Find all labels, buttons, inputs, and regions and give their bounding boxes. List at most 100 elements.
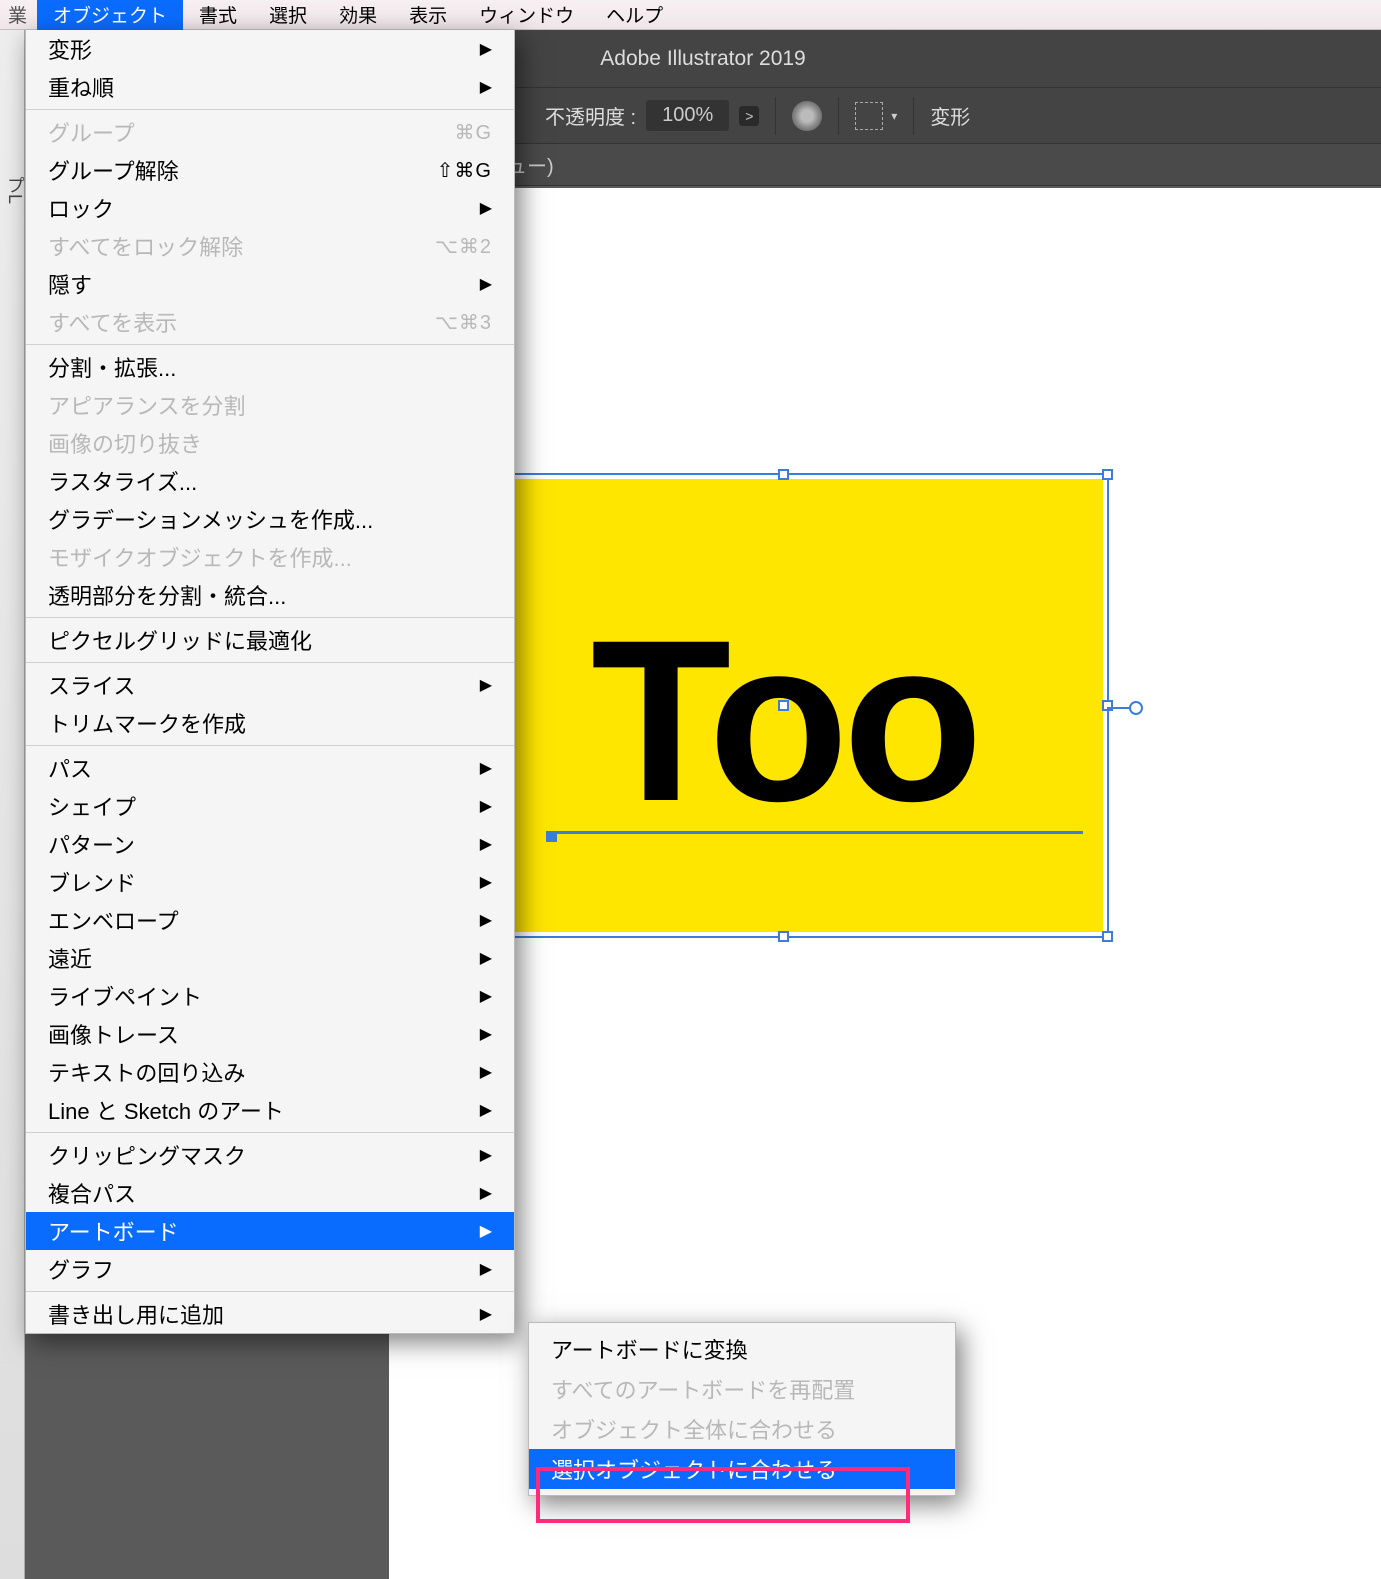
menu-item[interactable]: 重ね順 ▶ <box>26 68 514 106</box>
menu-item-label: ロック <box>48 192 114 224</box>
menu-item: すべてを表示⌥⌘3 <box>26 303 514 341</box>
menu-item-label: Line と Sketch のアート <box>48 1094 284 1126</box>
menu-separator <box>26 344 514 345</box>
menu-item[interactable]: シェイプ▶ <box>26 787 514 825</box>
menu-item-label: 重ね順 <box>48 71 114 103</box>
menu-item[interactable]: 分割・拡張... <box>26 348 514 386</box>
menu-item[interactable]: テキストの回り込み ▶ <box>26 1053 514 1091</box>
menu-item[interactable]: 書き出し用に追加▶ <box>26 1295 514 1333</box>
menu-item-label: 複合パス <box>48 1177 136 1209</box>
submenu-arrow-icon: ▶ <box>480 872 492 892</box>
menu-item-label: 遠近 <box>48 942 92 974</box>
menu-item[interactable]: 変形▶ <box>26 30 514 68</box>
menu-item[interactable]: ブレンド ▶ <box>26 863 514 901</box>
menubar-item-type[interactable]: 書式 <box>183 0 253 30</box>
menu-separator <box>26 1132 514 1133</box>
menu-item[interactable]: ロック▶ <box>26 189 514 227</box>
menu-item[interactable]: エンベロープ ▶ <box>26 901 514 939</box>
menu-separator <box>26 109 514 110</box>
menu-item-label: グループ <box>48 116 135 148</box>
recolor-artwork-icon[interactable] <box>792 101 822 131</box>
menu-item-label: ブレンド <box>48 866 136 898</box>
menu-item[interactable]: 遠近 ▶ <box>26 939 514 977</box>
submenu-arrow-icon: ▶ <box>480 1100 492 1120</box>
submenu-arrow-icon: ▶ <box>480 675 492 695</box>
submenu-item[interactable]: 選択オブジェクトに合わせる <box>529 1449 955 1489</box>
menu-item[interactable]: アートボード ▶ <box>26 1212 514 1250</box>
artboard-submenu: アートボードに変換すべてのアートボードを再配置オブジェクト全体に合わせる選択オブ… <box>528 1322 956 1496</box>
toolbar-separator <box>913 97 914 135</box>
menubar-item-object[interactable]: オブジェクト <box>37 0 183 30</box>
menu-item[interactable]: 透明部分を分割・統合... <box>26 576 514 614</box>
menu-item-label: アートボード <box>48 1215 179 1247</box>
opacity-dropdown-arrow[interactable]: > <box>739 106 759 126</box>
menu-item[interactable]: ピクセルグリッドに最適化 <box>26 621 514 659</box>
menu-item-label: 隠す <box>48 268 92 300</box>
menu-item[interactable]: ラスタライズ... <box>26 462 514 500</box>
object-menu-dropdown: 変形▶重ね順▶グループ⌘Gグループ解除⇧⌘Gロック▶すべてをロック解除⌥⌘2隠す… <box>25 30 515 1334</box>
system-menubar: 業 オブジェクト 書式 選択 効果 表示 ウィンドウ ヘルプ <box>0 0 1381 30</box>
menu-item[interactable]: 画像トレース▶ <box>26 1015 514 1053</box>
selection-handle[interactable] <box>1102 931 1113 942</box>
menu-item-label: エンベロープ <box>48 904 179 936</box>
menubar-item-effect[interactable]: 効果 <box>323 0 393 30</box>
submenu-arrow-icon: ▶ <box>480 1062 492 1082</box>
menubar-item-view[interactable]: 表示 <box>393 0 463 30</box>
submenu-item: オブジェクト全体に合わせる <box>529 1409 955 1449</box>
menu-item[interactable]: スライス ▶ <box>26 666 514 704</box>
menu-item[interactable]: グラデーションメッシュを作成... <box>26 500 514 538</box>
submenu-arrow-icon: ▶ <box>480 910 492 930</box>
menu-separator <box>26 662 514 663</box>
opacity-field[interactable]: 100% <box>646 100 729 131</box>
rotation-handle[interactable] <box>1129 701 1143 715</box>
menu-item-label: ピクセルグリッドに最適化 <box>48 624 312 656</box>
submenu-arrow-icon: ▶ <box>480 1183 492 1203</box>
dropdown-caret-icon[interactable]: ▾ <box>891 109 897 123</box>
menu-item[interactable]: グループ解除⇧⌘G <box>26 151 514 189</box>
app-title: Adobe Illustrator 2019 <box>600 47 805 71</box>
menu-item: アピアランスを分割 <box>26 386 514 424</box>
menu-item[interactable]: クリッピングマスク▶ <box>26 1136 514 1174</box>
selection-handle[interactable] <box>1102 469 1113 480</box>
text-baseline-indicator <box>555 831 1083 834</box>
menu-item-label: トリムマークを作成 <box>48 707 246 739</box>
menu-item-label: パス <box>48 752 92 784</box>
transform-label[interactable]: 変形 <box>930 101 970 130</box>
toolbar-separator <box>838 97 839 135</box>
submenu-arrow-icon: ▶ <box>480 77 492 97</box>
opacity-value: 100% <box>662 104 713 127</box>
submenu-arrow-icon: ▶ <box>480 986 492 1006</box>
menu-item-label: テキストの回り込み <box>48 1056 245 1088</box>
menu-item[interactable]: グラフ▶ <box>26 1250 514 1288</box>
menubar-item-window[interactable]: ウィンドウ <box>463 0 590 30</box>
submenu-arrow-icon: ▶ <box>480 948 492 968</box>
menu-item[interactable]: パス▶ <box>26 749 514 787</box>
menu-item[interactable]: パターン▶ <box>26 825 514 863</box>
artwork-text[interactable]: Too <box>591 588 977 853</box>
selection-center-handle[interactable] <box>778 700 789 711</box>
menu-item-label: ライブペイント <box>48 980 202 1012</box>
selection-handle[interactable] <box>778 931 789 942</box>
selection-bounding-box[interactable]: Too <box>459 473 1109 938</box>
menubar-item-help[interactable]: ヘルプ <box>590 0 679 30</box>
menu-item-label: スライス <box>48 669 135 701</box>
menu-item[interactable]: 隠す▶ <box>26 265 514 303</box>
submenu-arrow-icon: ▶ <box>480 834 492 854</box>
submenu-item[interactable]: アートボードに変換 <box>529 1329 955 1369</box>
menu-item[interactable]: Line と Sketch のアート ▶ <box>26 1091 514 1129</box>
menubar-item-select[interactable]: 選択 <box>253 0 323 30</box>
menu-item-shortcut: ⇧⌘G <box>437 158 492 183</box>
menu-item[interactable]: 複合パス ▶ <box>26 1174 514 1212</box>
menu-item[interactable]: トリムマークを作成 <box>26 704 514 742</box>
menu-item[interactable]: ライブペイント ▶ <box>26 977 514 1015</box>
submenu-arrow-icon: ▶ <box>480 1221 492 1241</box>
submenu-arrow-icon: ▶ <box>480 39 492 59</box>
menu-separator <box>26 617 514 618</box>
text-anchor-handle[interactable] <box>546 831 557 842</box>
align-icon[interactable] <box>855 102 883 130</box>
menu-item-label: 書き出し用に追加 <box>48 1298 224 1330</box>
selection-handle[interactable] <box>778 469 789 480</box>
menu-item: モザイクオブジェクトを作成... <box>26 538 514 576</box>
menu-item: すべてをロック解除⌥⌘2 <box>26 227 514 265</box>
menu-item-label: モザイクオブジェクトを作成... <box>48 541 352 573</box>
